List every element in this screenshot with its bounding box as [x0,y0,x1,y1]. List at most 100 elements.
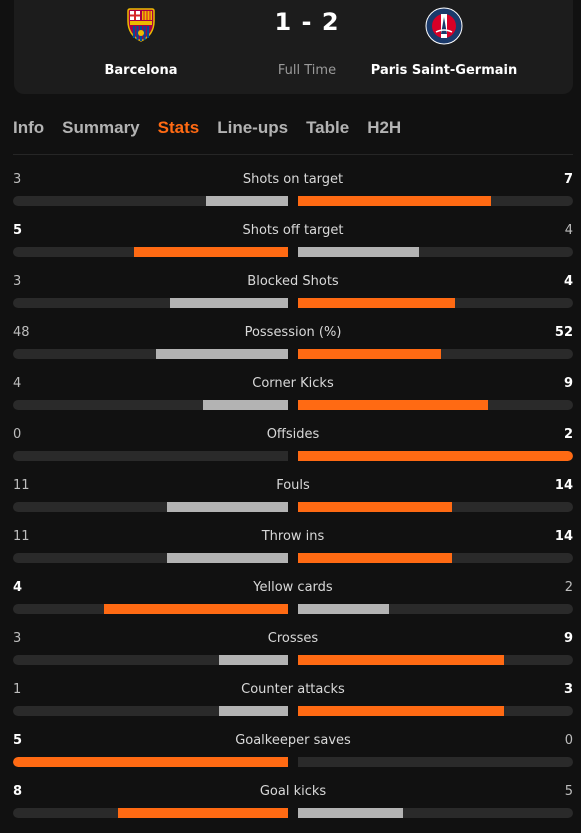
stat-row: 0 Offsides 2 [13,425,573,476]
match-score: 1 - 2 [274,8,340,36]
stat-away-bar [298,298,455,308]
stat-away-value: 4 [564,223,573,238]
stat-away-value: 52 [554,325,573,340]
tab-info[interactable]: Info [13,117,44,141]
stat-away-track [298,604,573,614]
stat-home-track [13,808,288,818]
stat-label: Corner Kicks [252,376,334,391]
stat-away-track [298,706,573,716]
tab-line-ups[interactable]: Line-ups [217,117,288,141]
stat-away-track [298,196,573,206]
stat-label: Fouls [276,478,310,493]
stat-away-track [298,655,573,665]
stat-home-bar [205,196,288,206]
stat-row: 3 Shots on target 7 [13,170,573,221]
stat-home-track [13,502,288,512]
stat-row: 48 Possession (%) 52 [13,323,573,374]
stat-home-bar [219,706,288,716]
stat-home-value: 11 [13,478,30,493]
match-tabs: Info Summary Stats Line-ups Table H2H [13,117,419,141]
away-team-name: Paris Saint-Germain [370,63,518,78]
stat-away-bar [298,553,452,563]
tab-summary[interactable]: Summary [62,117,139,141]
tab-divider [13,154,573,155]
stat-away-value: 2 [563,427,573,442]
stat-row: 4 Corner Kicks 9 [13,374,573,425]
stat-away-bar [298,808,403,818]
stat-away-bar [298,451,573,461]
stat-home-value: 5 [13,223,23,238]
stat-row: 11 Fouls 14 [13,476,573,527]
stat-home-value: 0 [13,427,22,442]
stat-label: Goalkeeper saves [235,733,351,748]
stat-away-bar [298,247,419,257]
stat-away-bar [298,502,452,512]
stat-away-bar [298,655,505,665]
stat-home-value: 5 [13,733,23,748]
barcelona-crest-icon [127,8,155,42]
stat-label: Shots on target [242,172,344,187]
stat-home-bar [156,349,288,359]
stat-home-value: 8 [13,784,23,799]
stat-home-value: 3 [13,631,22,646]
stat-home-track [13,757,288,767]
stat-label: Blocked Shots [247,274,339,289]
stat-row: 5 Shots off target 4 [13,221,573,272]
stat-away-value: 0 [564,733,573,748]
stats-list: 3 Shots on target 7 5 Shots off target 4 3 Bloc… [13,170,573,833]
stat-away-track [298,298,573,308]
stat-home-track [13,349,288,359]
stat-home-bar [134,247,288,257]
tab-stats[interactable]: Stats [158,117,200,141]
stat-home-value: 3 [13,274,22,289]
stat-away-value: 3 [563,682,573,697]
stat-home-track [13,400,288,410]
psg-crest-icon [425,7,463,45]
stat-home-track [13,706,288,716]
stat-home-track [13,247,288,257]
stat-away-value: 5 [564,784,573,799]
stat-away-track [298,502,573,512]
stat-label: Counter attacks [241,682,345,697]
stat-home-bar [167,553,288,563]
stat-away-track [298,757,573,767]
tab-h2h[interactable]: H2H [367,117,401,141]
stat-row: 3 Crosses 9 [13,629,573,680]
stat-home-value: 1 [13,682,22,697]
stat-label: Goal kicks [259,784,327,799]
stat-home-track [13,655,288,665]
stat-home-bar [202,400,288,410]
stat-home-value: 3 [13,172,22,187]
stat-away-bar [298,604,389,614]
stat-away-track [298,451,573,461]
stat-away-value: 9 [563,376,573,391]
stat-label: Offsides [266,427,320,442]
stat-row: 4 Yellow cards 2 [13,578,573,629]
stat-home-bar [103,604,288,614]
stat-away-bar [298,400,488,410]
stat-home-track [13,604,288,614]
stat-label: Crosses [267,631,319,646]
stat-away-value: 7 [563,172,573,187]
stat-label: Possession (%) [244,325,342,340]
stat-home-value: 4 [13,376,22,391]
stat-label: Throw ins [261,529,325,544]
tab-table[interactable]: Table [306,117,349,141]
stat-away-value: 14 [554,529,573,544]
stat-home-value: 4 [13,580,23,595]
stat-home-value: 48 [13,325,30,340]
stat-home-bar [117,808,288,818]
stat-home-bar [219,655,288,665]
stat-label: Yellow cards [253,580,333,595]
stat-row: 11 Throw ins 14 [13,527,573,578]
stat-row: 1 Counter attacks 3 [13,680,573,731]
stat-home-track [13,451,288,461]
stat-label: Shots off target [242,223,344,238]
match-header: Barcelona 1 - 2 Full Time Paris Saint-Ge… [14,0,573,94]
stat-away-track [298,349,573,359]
stat-away-value: 14 [554,478,573,493]
stat-away-value: 4 [563,274,573,289]
stat-away-track [298,808,573,818]
stat-away-value: 9 [563,631,573,646]
stat-away-track [298,553,573,563]
